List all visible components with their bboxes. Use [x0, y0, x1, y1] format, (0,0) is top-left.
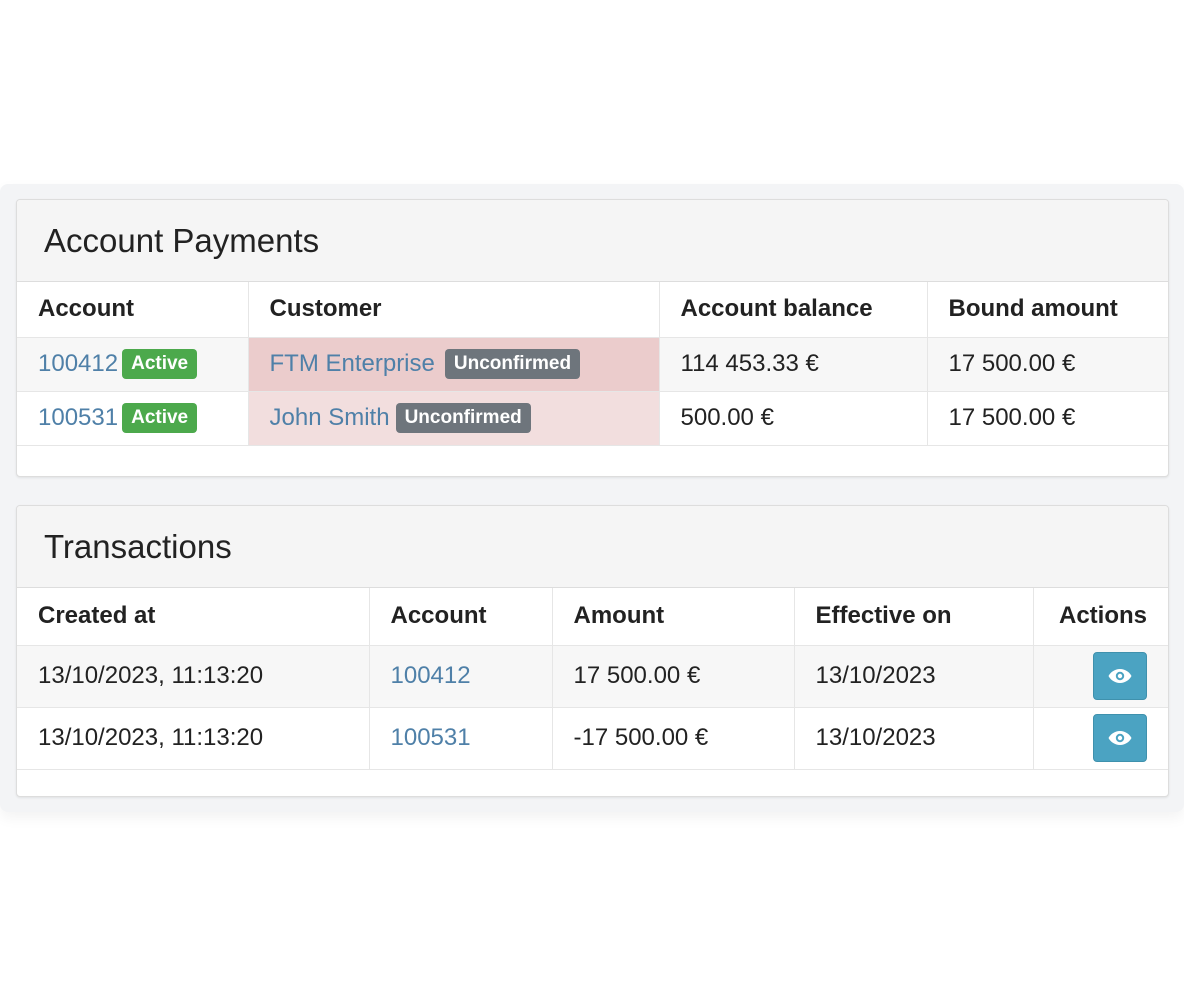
table-row: 13/10/2023, 11:13:20 100531 -17 500.00 €… — [17, 707, 1168, 770]
customer-cell: John Smith Unconfirmed — [248, 391, 660, 446]
table-header-row: Created at Account Amount Effective on A… — [17, 588, 1168, 646]
account-link[interactable]: 100531 — [391, 724, 471, 751]
account-balance-cell: 114 453.33 € — [659, 337, 928, 392]
customer-cell: FTM Enterprise Unconfirmed — [248, 337, 660, 392]
table-row: 100412 Active FTM Enterprise Unconfirmed 1… — [17, 337, 1168, 392]
transactions-table: Created at Account Amount Effective on A… — [17, 588, 1168, 770]
column-header-account: Account — [369, 588, 553, 646]
table-header-row: Account Customer Account balance Bound a… — [17, 282, 1168, 338]
column-header-account: Account — [17, 282, 249, 338]
column-header-created-at: Created at — [17, 588, 370, 646]
eye-icon — [1108, 669, 1132, 683]
account-payments-table: Account Customer Account balance Bound a… — [17, 282, 1168, 446]
view-button[interactable] — [1093, 652, 1147, 700]
bound-amount-cell: 17 500.00 € — [927, 337, 1168, 392]
amount-cell: 17 500.00 € — [552, 645, 795, 708]
account-link[interactable]: 100531 — [38, 404, 118, 431]
column-header-bound-amount: Bound amount — [927, 282, 1168, 338]
status-badge: Active — [122, 403, 198, 433]
account-link[interactable]: 100412 — [38, 350, 118, 377]
account-link[interactable]: 100412 — [391, 662, 471, 689]
transactions-title: Transactions — [44, 527, 232, 565]
table-row: 13/10/2023, 11:13:20 100412 17 500.00 € … — [17, 645, 1168, 708]
bound-amount-cell: 17 500.00 € — [927, 391, 1168, 446]
customer-link[interactable]: John Smith — [270, 404, 390, 431]
account-cell: 100531 — [369, 707, 553, 770]
created-at-cell: 13/10/2023, 11:13:20 — [17, 645, 370, 708]
column-header-amount: Amount — [552, 588, 795, 646]
effective-on-cell: 13/10/2023 — [794, 645, 1034, 708]
customer-status-badge: Unconfirmed — [444, 349, 581, 379]
amount-cell: -17 500.00 € — [552, 707, 795, 770]
customer-status-badge: Unconfirmed — [395, 403, 531, 433]
account-balance-cell: 500.00 € — [659, 391, 928, 446]
actions-cell — [1033, 707, 1168, 770]
account-cell: 100412 — [369, 645, 553, 708]
column-header-account-balance: Account balance — [659, 282, 928, 338]
account-cell: 100531 Active — [17, 391, 249, 446]
view-button[interactable] — [1093, 714, 1147, 762]
transactions-heading: Transactions — [17, 506, 1168, 588]
status-badge: Active — [122, 349, 198, 379]
customer-link[interactable]: FTM Enterprise — [270, 350, 435, 377]
account-payments-title: Account Payments — [44, 221, 320, 259]
eye-icon — [1108, 731, 1132, 745]
actions-cell — [1033, 645, 1168, 708]
account-cell: 100412 Active — [17, 337, 249, 392]
effective-on-cell: 13/10/2023 — [794, 707, 1034, 770]
account-payments-panel: Account Payments Account Customer Accoun… — [16, 199, 1169, 477]
created-at-cell: 13/10/2023, 11:13:20 — [17, 707, 370, 770]
transactions-panel: Transactions Created at Account Amount E… — [16, 505, 1169, 797]
content-area: Account Payments Account Customer Accoun… — [0, 184, 1184, 812]
account-payments-heading: Account Payments — [17, 200, 1168, 282]
column-header-customer: Customer — [248, 282, 660, 338]
column-header-effective-on: Effective on — [794, 588, 1034, 646]
table-row: 100531 Active John Smith Unconfirmed 500.0… — [17, 391, 1168, 446]
column-header-actions: Actions — [1033, 588, 1168, 646]
